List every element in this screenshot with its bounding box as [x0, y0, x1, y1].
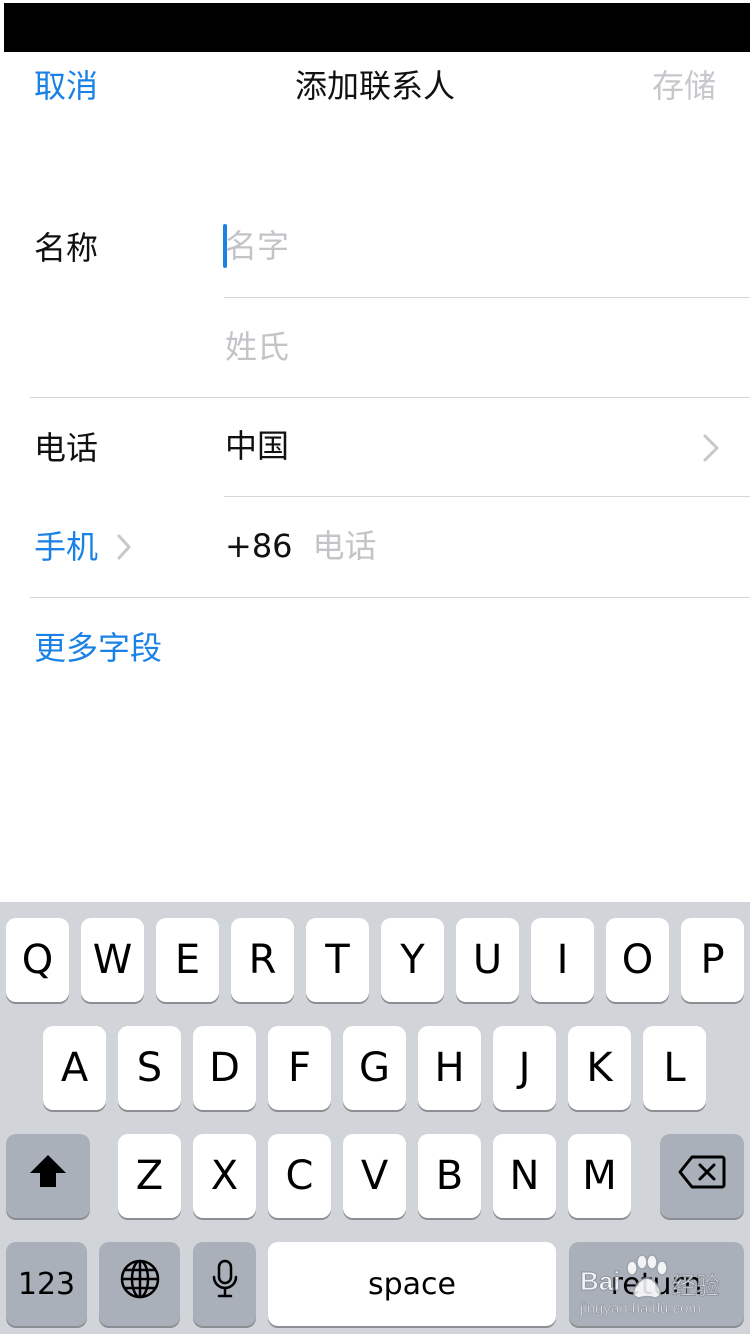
first-name-field[interactable]	[225, 226, 705, 266]
status-bar	[4, 3, 750, 52]
key-g[interactable]: G	[343, 1026, 406, 1110]
globe-key[interactable]	[99, 1242, 180, 1326]
key-j[interactable]: J	[493, 1026, 556, 1110]
key-d[interactable]: D	[193, 1026, 256, 1110]
name-label: 名称	[34, 229, 99, 267]
shift-icon	[28, 1153, 68, 1199]
key-x[interactable]: X	[193, 1134, 256, 1218]
microphone-key[interactable]	[193, 1242, 256, 1326]
key-y[interactable]: Y	[381, 918, 444, 1002]
navigation-bar: 取消 添加联系人 存储	[0, 52, 750, 122]
key-q[interactable]: Q	[6, 918, 69, 1002]
key-w[interactable]: W	[81, 918, 144, 1002]
key-h[interactable]: H	[418, 1026, 481, 1110]
phone-number-input[interactable]	[312, 526, 693, 566]
phone-label: 电话	[34, 429, 99, 467]
microphone-icon	[212, 1259, 238, 1309]
more-fields-button[interactable]: 更多字段	[34, 628, 162, 668]
delete-key[interactable]	[660, 1134, 744, 1218]
shift-key[interactable]	[6, 1134, 90, 1218]
phone-type-selector[interactable]: 手机	[34, 527, 98, 567]
key-b[interactable]: B	[418, 1134, 481, 1218]
key-f[interactable]: F	[268, 1026, 331, 1110]
key-r[interactable]: R	[231, 918, 294, 1002]
key-k[interactable]: K	[568, 1026, 631, 1110]
phone-type-label: 手机	[34, 528, 99, 566]
divider	[30, 397, 750, 398]
key-c[interactable]: C	[268, 1134, 331, 1218]
key-e[interactable]: E	[156, 918, 219, 1002]
key-n[interactable]: N	[493, 1134, 556, 1218]
key-i[interactable]: I	[531, 918, 594, 1002]
country-selector[interactable]: 中国	[225, 426, 725, 466]
divider	[30, 597, 750, 598]
key-p[interactable]: P	[681, 918, 744, 1002]
last-name-input[interactable]	[225, 327, 705, 367]
phone-number-field[interactable]: +86	[225, 526, 693, 566]
key-s[interactable]: S	[118, 1026, 181, 1110]
space-key[interactable]: space	[268, 1242, 556, 1326]
country-name: 中国	[225, 427, 290, 465]
country-code: +86	[225, 527, 293, 565]
divider	[224, 297, 750, 298]
key-z[interactable]: Z	[118, 1134, 181, 1218]
chevron-right-icon	[116, 534, 132, 560]
return-key[interactable]: return	[569, 1242, 744, 1326]
first-name-input[interactable]	[225, 226, 705, 266]
divider	[224, 496, 750, 497]
key-m[interactable]: M	[568, 1134, 631, 1218]
key-o[interactable]: O	[606, 918, 669, 1002]
save-button[interactable]: 存储	[652, 66, 716, 106]
backspace-icon	[678, 1153, 726, 1199]
last-name-field[interactable]	[225, 327, 705, 367]
key-t[interactable]: T	[306, 918, 369, 1002]
numbers-key[interactable]: 123	[6, 1242, 87, 1326]
key-a[interactable]: A	[43, 1026, 106, 1110]
key-v[interactable]: V	[343, 1134, 406, 1218]
globe-icon	[119, 1258, 161, 1310]
key-u[interactable]: U	[456, 918, 519, 1002]
key-l[interactable]: L	[643, 1026, 706, 1110]
chevron-right-icon	[702, 434, 720, 462]
page-title: 添加联系人	[294, 67, 455, 105]
